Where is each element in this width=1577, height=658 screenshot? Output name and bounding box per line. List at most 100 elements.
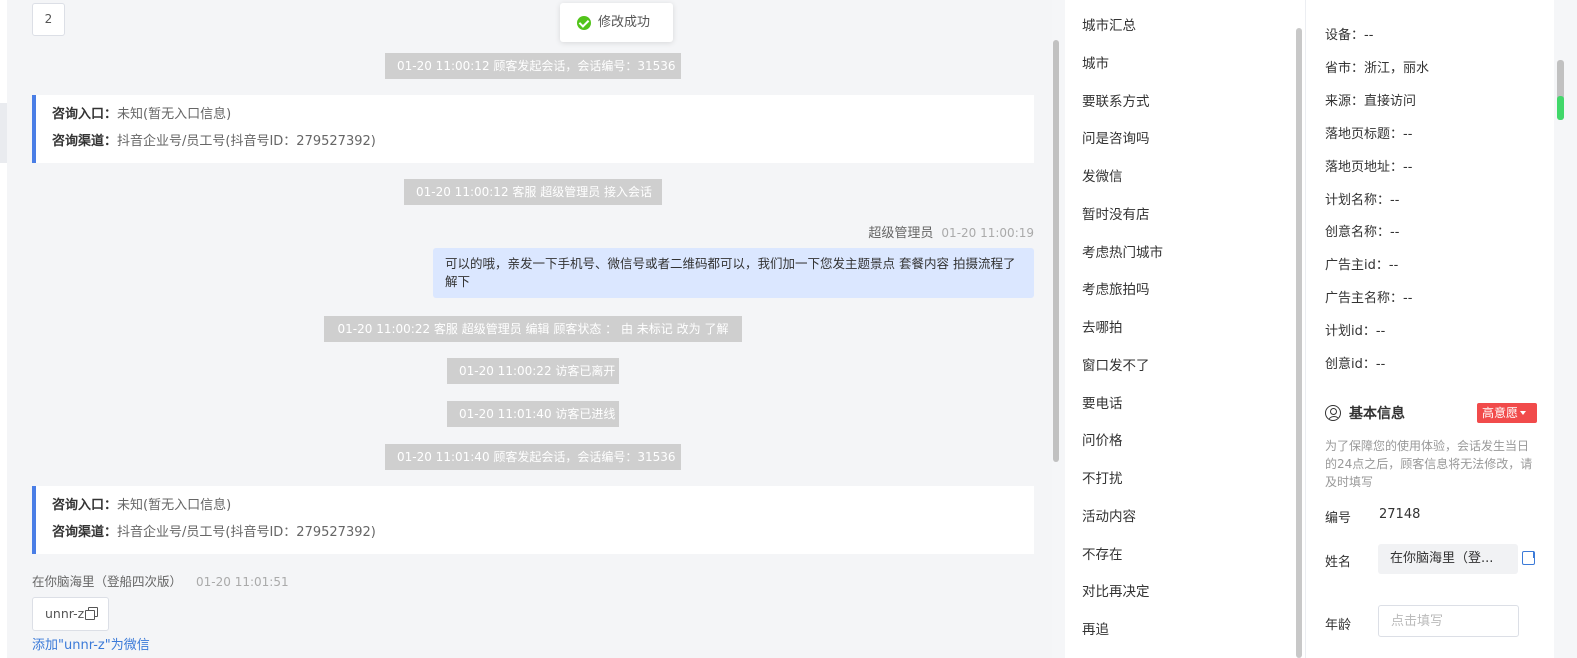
page-number-chip[interactable]: 2: [32, 3, 65, 36]
info-value: --: [1403, 160, 1413, 175]
info-row-advertiser-name: 广告主名称：--: [1325, 287, 1412, 306]
info-label: 落地页地址：: [1325, 160, 1404, 175]
tag-item[interactable]: 窗口发不了: [1082, 354, 1150, 374]
info-value: --: [1390, 225, 1400, 240]
toast-text: 修改成功: [598, 15, 651, 30]
info-scrollbar-indicator: [1557, 96, 1564, 120]
tag-item[interactable]: 再追: [1082, 618, 1109, 638]
intent-level-dropdown[interactable]: 高意愿: [1477, 403, 1537, 423]
agent-name: 超级管理员: [868, 226, 934, 241]
agent-message-meta: 超级管理员 01-20 11:00:19: [868, 222, 1034, 241]
info-row-device: 设备：--: [1325, 24, 1373, 43]
consult-info-card: 咨询入口：未知(暂无入口信息) 咨询渠道：抖音企业号/员工号(抖音号ID：279…: [32, 95, 1034, 163]
tag-item[interactable]: 去哪拍: [1082, 316, 1123, 336]
tag-item[interactable]: 城市汇总: [1082, 14, 1136, 34]
consult-channel-row: 咨询渠道：抖音企业号/员工号(抖音号ID：279527392): [52, 132, 1034, 159]
id-value: 27148: [1379, 507, 1421, 522]
edit-icon[interactable]: [1522, 551, 1535, 565]
name-label: 姓名: [1325, 555, 1352, 570]
basic-info-title: 基本信息: [1325, 403, 1405, 423]
intent-level-text: 高意愿: [1482, 406, 1519, 420]
info-row-landing-title: 落地页标题：--: [1325, 123, 1412, 142]
system-message: 01-20 11:00:22 访客已离开: [447, 358, 619, 384]
visitor-name: 在你脑海里（登船四次版）: [32, 574, 183, 589]
visitor-message-meta: 在你脑海里（登船四次版） 01-20 11:01:51: [32, 571, 289, 590]
info-label: 落地页标题：: [1325, 127, 1404, 142]
tag-item[interactable]: 暂时没有店: [1082, 203, 1150, 223]
tag-item[interactable]: 考虑旅拍吗: [1082, 278, 1150, 298]
add-wechat-link[interactable]: 添加"unnr-z"为微信: [32, 634, 150, 653]
basic-info-title-text: 基本信息: [1349, 406, 1405, 422]
info-row-landing-url: 落地页地址：--: [1325, 156, 1412, 175]
check-circle-icon: [577, 16, 591, 30]
id-label: 编号: [1325, 511, 1352, 526]
customer-info-panel: 设备：-- 省市：浙江，丽水 来源：直接访问 落地页标题：-- 落地页地址：--…: [1305, 0, 1554, 658]
consult-info-card: 咨询入口：未知(暂无入口信息) 咨询渠道：抖音企业号/员工号(抖音号ID：279…: [32, 486, 1034, 554]
tag-item[interactable]: 考虑热门城市: [1082, 241, 1163, 261]
user-circle-icon: [1325, 405, 1341, 421]
tag-item[interactable]: 问价格: [1082, 429, 1123, 449]
consult-channel-value: 抖音企业号/员工号(抖音号ID：279527392): [117, 525, 376, 540]
tag-item[interactable]: 对比再决定: [1082, 580, 1150, 600]
info-label: 计划id：: [1325, 324, 1376, 339]
tag-item[interactable]: 活动内容: [1082, 505, 1136, 525]
tag-item[interactable]: 不打扰: [1082, 467, 1123, 487]
info-value: 直接访问: [1364, 94, 1417, 109]
info-label: 设备：: [1325, 28, 1365, 43]
tag-item[interactable]: 问是咨询吗: [1082, 127, 1150, 147]
info-value: --: [1375, 357, 1386, 372]
info-label: 广告主id：: [1325, 258, 1389, 273]
quick-tag-list: 城市汇总 城市 要联系方式 问是咨询吗 发微信 暂时没有店 考虑热门城市 考虑旅…: [1065, 0, 1305, 658]
agent-message-bubble: 可以的哦，亲发一下手机号、微信号或者二维码都可以，我们加一下您发主题景点 套餐内…: [433, 248, 1034, 298]
chat-scrollbar[interactable]: [1053, 40, 1059, 462]
consult-entry-value: 未知(暂无入口信息): [117, 498, 232, 513]
tag-list-scrollbar[interactable]: [1296, 28, 1302, 658]
chat-panel: 2 01-20 11:00:12 顾客发起会话，会话编号：31536 咨询入口：…: [7, 0, 1052, 658]
info-value: --: [1403, 127, 1413, 142]
tag-item[interactable]: 城市: [1082, 52, 1109, 72]
left-edge: [0, 0, 7, 658]
system-message: 01-20 11:01:40 访客已进线: [447, 401, 619, 427]
info-label: 创意id：: [1325, 357, 1376, 372]
system-message: 01-20 11:00:22 客服 超级管理员 编辑 顾客状态 ： 由 未标记 …: [324, 316, 742, 342]
system-message: 01-20 11:01:40 顾客发起会话，会话编号：31536: [385, 444, 681, 470]
info-value: --: [1403, 291, 1413, 306]
left-edge-marker: [0, 103, 7, 163]
agent-message-time: 01-20 11:00:19: [941, 226, 1034, 240]
info-value: --: [1364, 28, 1374, 43]
info-value: --: [1390, 193, 1400, 208]
info-row-creative-name: 创意名称：--: [1325, 221, 1399, 240]
success-toast: 修改成功: [560, 3, 673, 42]
tag-item[interactable]: 要电话: [1082, 392, 1123, 412]
tag-item[interactable]: 要联系方式: [1082, 90, 1150, 110]
consult-channel-label: 咨询渠道：: [52, 134, 118, 149]
info-row-plan-id: 计划id：--: [1325, 320, 1385, 339]
age-label: 年龄: [1325, 618, 1352, 633]
info-row-plan-name: 计划名称：--: [1325, 189, 1399, 208]
info-row-province: 省市：浙江，丽水: [1325, 57, 1429, 76]
name-field[interactable]: 在你脑海里（登...: [1378, 544, 1518, 574]
consult-entry-label: 咨询入口：: [52, 107, 118, 122]
info-label: 广告主名称：: [1325, 291, 1404, 306]
tag-item[interactable]: 发微信: [1082, 165, 1123, 185]
consult-entry-row: 咨询入口：未知(暂无入口信息): [52, 496, 1034, 523]
chevron-down-icon: [1520, 411, 1527, 415]
visitor-message-text: unnr-z: [45, 606, 85, 621]
info-label: 来源：: [1325, 94, 1365, 109]
info-value: --: [1375, 324, 1386, 339]
consult-channel-label: 咨询渠道：: [52, 525, 118, 540]
consult-entry-row: 咨询入口：未知(暂无入口信息): [52, 105, 1034, 132]
visitor-message-chip[interactable]: unnr-z: [32, 597, 109, 631]
info-value: --: [1388, 258, 1399, 273]
info-row-source: 来源：直接访问: [1325, 90, 1416, 109]
info-label: 创意名称：: [1325, 225, 1391, 240]
age-input[interactable]: [1378, 605, 1519, 637]
tag-item[interactable]: 不存在: [1082, 543, 1123, 563]
copy-icon[interactable]: [85, 607, 99, 620]
info-label: 计划名称：: [1325, 193, 1391, 208]
consult-entry-label: 咨询入口：: [52, 498, 118, 513]
info-value: 浙江，丽水: [1364, 61, 1430, 76]
consult-entry-value: 未知(暂无入口信息): [117, 107, 232, 122]
system-message: 01-20 11:00:12 顾客发起会话，会话编号：31536: [385, 53, 681, 79]
info-row-advertiser-id: 广告主id：--: [1325, 254, 1398, 273]
